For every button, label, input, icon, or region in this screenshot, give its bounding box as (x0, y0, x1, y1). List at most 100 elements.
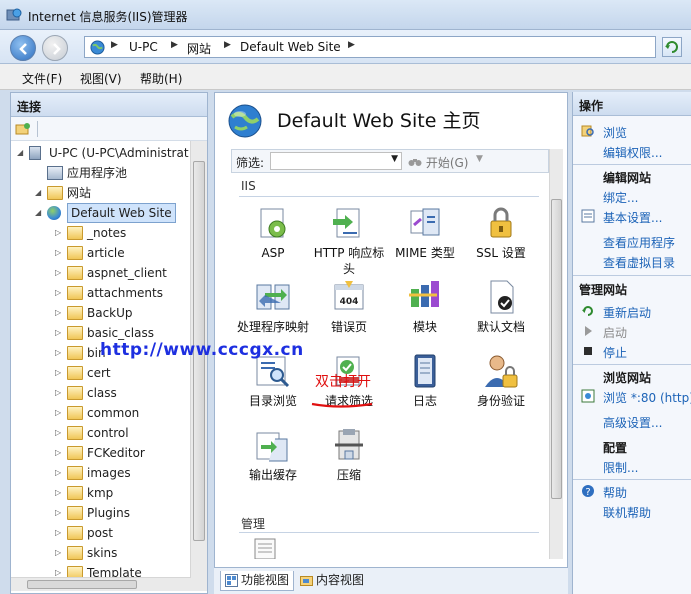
action-browse[interactable]: 浏览 (603, 124, 627, 141)
feature-asp[interactable]: ASP (233, 205, 313, 261)
expander-icon[interactable]: ▷ (55, 423, 67, 443)
feature-http-response-headers[interactable]: HTTP 响应标头 (309, 205, 389, 277)
folder-icon (67, 546, 83, 560)
refresh-button[interactable] (662, 37, 682, 57)
breadcrumb-separator-icon: ▶ (111, 40, 118, 50)
feature-handler-mappings[interactable]: 处理程序映射 (233, 279, 313, 335)
filter-input[interactable]: ▼ (270, 152, 402, 170)
ssl-lock-icon (490, 207, 512, 238)
feature-default-document[interactable]: 默认文档 (461, 279, 541, 335)
action-stop[interactable]: 停止 (603, 344, 627, 361)
features-view: IIS 管理 ASP HTTP 响应标头 MIME 类型 SSL 设置 处理程序映射 40… (231, 175, 549, 559)
tree-item-label: BackUp (87, 306, 133, 320)
navigation-bar: ▶ U-PC ▶ 网站 ▶ Default Web Site ▶ (0, 30, 691, 64)
expander-icon[interactable]: ▷ (55, 523, 67, 543)
breadcrumb-sites[interactable]: 网站 (187, 40, 211, 57)
actions-title: 操作 (573, 92, 691, 116)
tab-content-view-label: 内容视图 (316, 573, 365, 587)
back-button[interactable] (10, 35, 36, 61)
restart-icon (582, 306, 593, 316)
expander-icon[interactable]: ▷ (55, 543, 67, 563)
breadcrumb-u-pc[interactable]: U-PC (129, 40, 158, 54)
feature-output-caching[interactable]: 输出缓存 (233, 427, 313, 483)
action-view-virtual-directories[interactable]: 查看虚拟目录 (603, 254, 675, 271)
action-restart[interactable]: 重新启动 (603, 304, 651, 321)
tab-content-view[interactable]: 内容视图 (296, 571, 364, 591)
forward-button[interactable] (42, 35, 68, 61)
tab-features-view[interactable]: 功能视图 (220, 571, 295, 591)
connect-icon[interactable] (15, 121, 31, 137)
features-vertical-scrollbar[interactable] (549, 149, 563, 559)
folder-icon (67, 266, 83, 280)
feature-error-pages[interactable]: 404 错误页 (309, 279, 389, 335)
tree-vertical-scrollbar[interactable] (190, 141, 207, 591)
breadcrumb-default-web-site[interactable]: Default Web Site (240, 40, 341, 54)
feature-modules[interactable]: 模块 (385, 279, 465, 335)
feature-label: HTTP 响应标头 (313, 246, 385, 276)
expander-icon[interactable]: ▷ (55, 483, 67, 503)
tree-item-label: control (87, 426, 129, 440)
go-button[interactable]: 开始(G) (408, 154, 469, 171)
expander-icon[interactable]: ◢ (17, 143, 29, 163)
expander-icon[interactable]: ▷ (55, 443, 67, 463)
modules-icon (409, 281, 439, 307)
feature-label: 输出缓存 (248, 468, 297, 482)
scrollbar-thumb[interactable] (551, 199, 562, 499)
action-view-applications[interactable]: 查看应用程序 (603, 234, 675, 251)
expander-icon[interactable]: ▷ (55, 263, 67, 283)
connections-title: 连接 (11, 93, 207, 117)
folder-icon (67, 246, 83, 260)
expander-icon[interactable]: ▷ (55, 383, 67, 403)
tree-horizontal-scrollbar[interactable] (11, 577, 191, 591)
tree-item-label: article (87, 246, 125, 260)
feature-ssl-lock[interactable]: SSL 设置 (461, 205, 541, 261)
chevron-down-icon[interactable]: ▼ (391, 154, 398, 164)
action-limits[interactable]: 限制... (603, 459, 638, 476)
tree-item-label: skins (87, 546, 118, 560)
filter-label: 筛选: (236, 156, 265, 170)
folder-icon (67, 306, 83, 320)
expander-icon[interactable]: ◢ (35, 203, 47, 223)
expander-icon[interactable]: ▷ (55, 343, 67, 363)
expander-icon[interactable]: ▷ (55, 223, 67, 243)
menu-view[interactable]: 视图(V) (80, 70, 122, 87)
scrollbar-thumb[interactable] (27, 580, 137, 589)
feature-mime-types[interactable]: MIME 类型 (385, 205, 465, 261)
feature-logging[interactable]: 日志 (385, 353, 465, 409)
expander-icon[interactable]: ▷ (55, 403, 67, 423)
tree-item-label: class (87, 386, 117, 400)
expander-icon[interactable]: ▷ (55, 323, 67, 343)
address-bar[interactable]: ▶ U-PC ▶ 网站 ▶ Default Web Site ▶ (84, 36, 656, 58)
action-edit-permissions[interactable]: 编辑权限... (603, 144, 662, 161)
help-icon: ? (582, 485, 594, 498)
feature-directory-browsing[interactable]: 目录浏览 (233, 353, 313, 409)
feature-compression[interactable]: 压缩 (309, 427, 389, 483)
feature-label: MIME 类型 (395, 246, 455, 260)
stop-icon (584, 347, 592, 355)
action-start[interactable]: 启动 (603, 324, 627, 341)
expander-icon[interactable]: ▷ (55, 503, 67, 523)
expander-icon[interactable]: ▷ (55, 463, 67, 483)
go-dropdown-icon[interactable]: ▼ (476, 154, 483, 164)
expander-icon[interactable]: ◢ (35, 183, 47, 203)
action-advanced-settings[interactable]: 高级设置... (603, 414, 662, 431)
action-help[interactable]: 帮助 (603, 484, 627, 501)
action-browse-port-80[interactable]: 浏览 *:80 (http) (603, 389, 691, 406)
tree-item-label: post (87, 526, 113, 540)
menu-help[interactable]: 帮助(H) (140, 70, 182, 87)
expander-icon[interactable]: ▷ (55, 283, 67, 303)
group-divider (239, 196, 539, 197)
feature-authentication[interactable]: 身份验证 (461, 353, 541, 409)
menu-file[interactable]: 文件(F) (22, 70, 62, 87)
expander-icon[interactable]: ▷ (55, 303, 67, 323)
action-basic-settings[interactable]: 基本设置... (603, 209, 662, 226)
management-feature-icon[interactable] (253, 537, 279, 559)
action-online-help[interactable]: 联机帮助 (603, 504, 651, 521)
handler-mappings-icon (256, 284, 290, 310)
action-bindings[interactable]: 绑定... (603, 189, 638, 206)
expander-icon[interactable]: ▷ (55, 363, 67, 383)
folder-icon (67, 446, 83, 460)
logging-icon (414, 354, 436, 388)
globe-icon (47, 206, 61, 220)
expander-icon[interactable]: ▷ (55, 243, 67, 263)
